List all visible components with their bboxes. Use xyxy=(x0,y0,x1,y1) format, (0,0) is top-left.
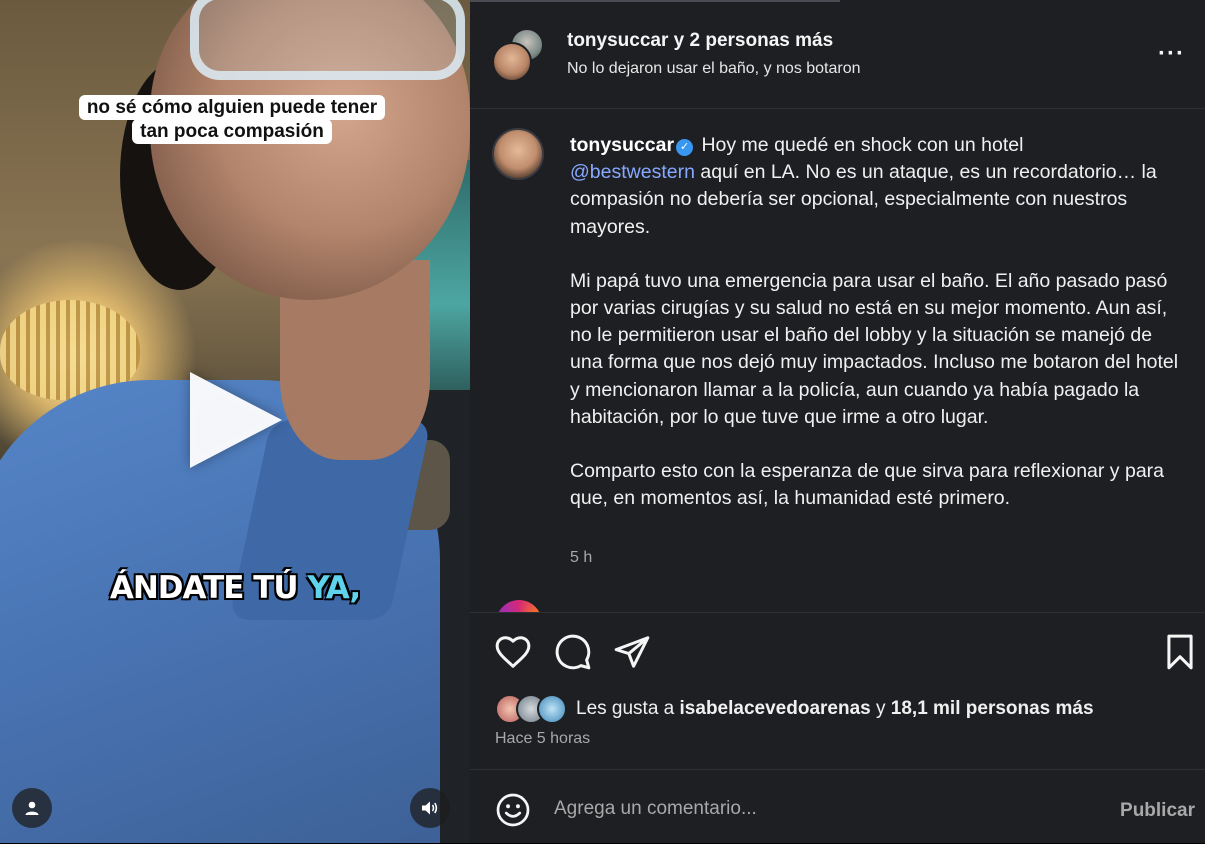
emoji-icon[interactable] xyxy=(495,792,531,828)
video-subtitle: ÁNDATE TÚ YA, xyxy=(100,570,370,606)
caption-line-1: no sé cómo alguien puede tener xyxy=(78,95,386,120)
caption-text-1: Hoy me quedé en shock con un hotel xyxy=(696,134,1024,156)
instagram-post-modal: no sé cómo alguien puede tener tan poca … xyxy=(0,0,1205,843)
progress-strip xyxy=(470,0,840,2)
audio-label[interactable]: No lo dejaron usar el baño, y nos botaro… xyxy=(567,60,861,78)
likes-count[interactable]: 18,1 mil personas más xyxy=(891,698,1094,719)
mute-button[interactable] xyxy=(410,788,450,828)
bookmark-icon[interactable] xyxy=(1161,633,1199,671)
post-timestamp[interactable]: Hace 5 horas xyxy=(495,730,590,748)
caption-paragraph-3: Comparto esto con la esperanza de que si… xyxy=(570,460,1164,510)
comment-avatar xyxy=(496,600,542,612)
comment-icon[interactable] xyxy=(554,633,592,671)
tagged-users-button[interactable] xyxy=(12,788,52,828)
avatar xyxy=(537,694,567,724)
username-link[interactable]: tonysuccar xyxy=(567,30,668,51)
caption-username[interactable]: tonysuccar xyxy=(570,134,674,156)
post-header: tonysuccar y 2 personas más No lo dejaro… xyxy=(470,0,1205,109)
verified-icon: ✓ xyxy=(676,139,694,156)
user-icon xyxy=(25,801,39,815)
post-caption: tonysuccar ✓ Hoy me quedé en shock con un… xyxy=(570,132,1185,512)
person-glasses xyxy=(190,0,465,80)
likes-summary: Les gusta a isabelacevedoarenas y 18,1 m… xyxy=(495,694,1094,724)
publish-button[interactable]: Publicar xyxy=(1120,800,1195,822)
liker-username[interactable]: isabelacevedoarenas xyxy=(680,698,871,719)
likes-prefix: Les gusta a xyxy=(576,698,680,719)
video-caption: no sé cómo alguien puede tener tan poca … xyxy=(62,95,402,144)
caption-paragraph-2: Mi papá tuvo una emergencia para usar el… xyxy=(570,269,1179,428)
send-icon[interactable] xyxy=(613,633,651,671)
mention-link[interactable]: @bestwestern xyxy=(570,161,695,183)
collaborators-avatars[interactable] xyxy=(492,28,548,84)
caption-line-2: tan poca compasión xyxy=(132,119,332,144)
caption-time[interactable]: 5 h xyxy=(570,549,592,567)
avatar xyxy=(492,42,532,82)
avatar[interactable] xyxy=(492,128,544,180)
more-options-icon[interactable]: ··· xyxy=(1158,40,1185,68)
subtitle-highlight: YA, xyxy=(307,570,361,606)
heart-icon[interactable] xyxy=(494,633,532,671)
likes-conjunction: y xyxy=(870,698,891,719)
comment-input[interactable] xyxy=(554,798,1054,820)
play-icon[interactable] xyxy=(190,372,282,468)
likes-text: Les gusta a isabelacevedoarenas y 18,1 m… xyxy=(576,698,1094,720)
collaborators-link[interactable]: y 2 personas más xyxy=(668,30,834,51)
reel-video[interactable]: no sé cómo alguien puede tener tan poca … xyxy=(0,0,470,843)
speaker-icon xyxy=(422,801,438,815)
post-panel: tonysuccar y 2 personas más No lo dejaro… xyxy=(470,0,1205,843)
post-actions: Les gusta a isabelacevedoarenas y 18,1 m… xyxy=(470,612,1205,763)
subtitle-text: ÁNDATE TÚ xyxy=(109,570,308,606)
comment-bar: Publicar xyxy=(470,769,1205,844)
header-username[interactable]: tonysuccar y 2 personas más xyxy=(567,30,833,52)
